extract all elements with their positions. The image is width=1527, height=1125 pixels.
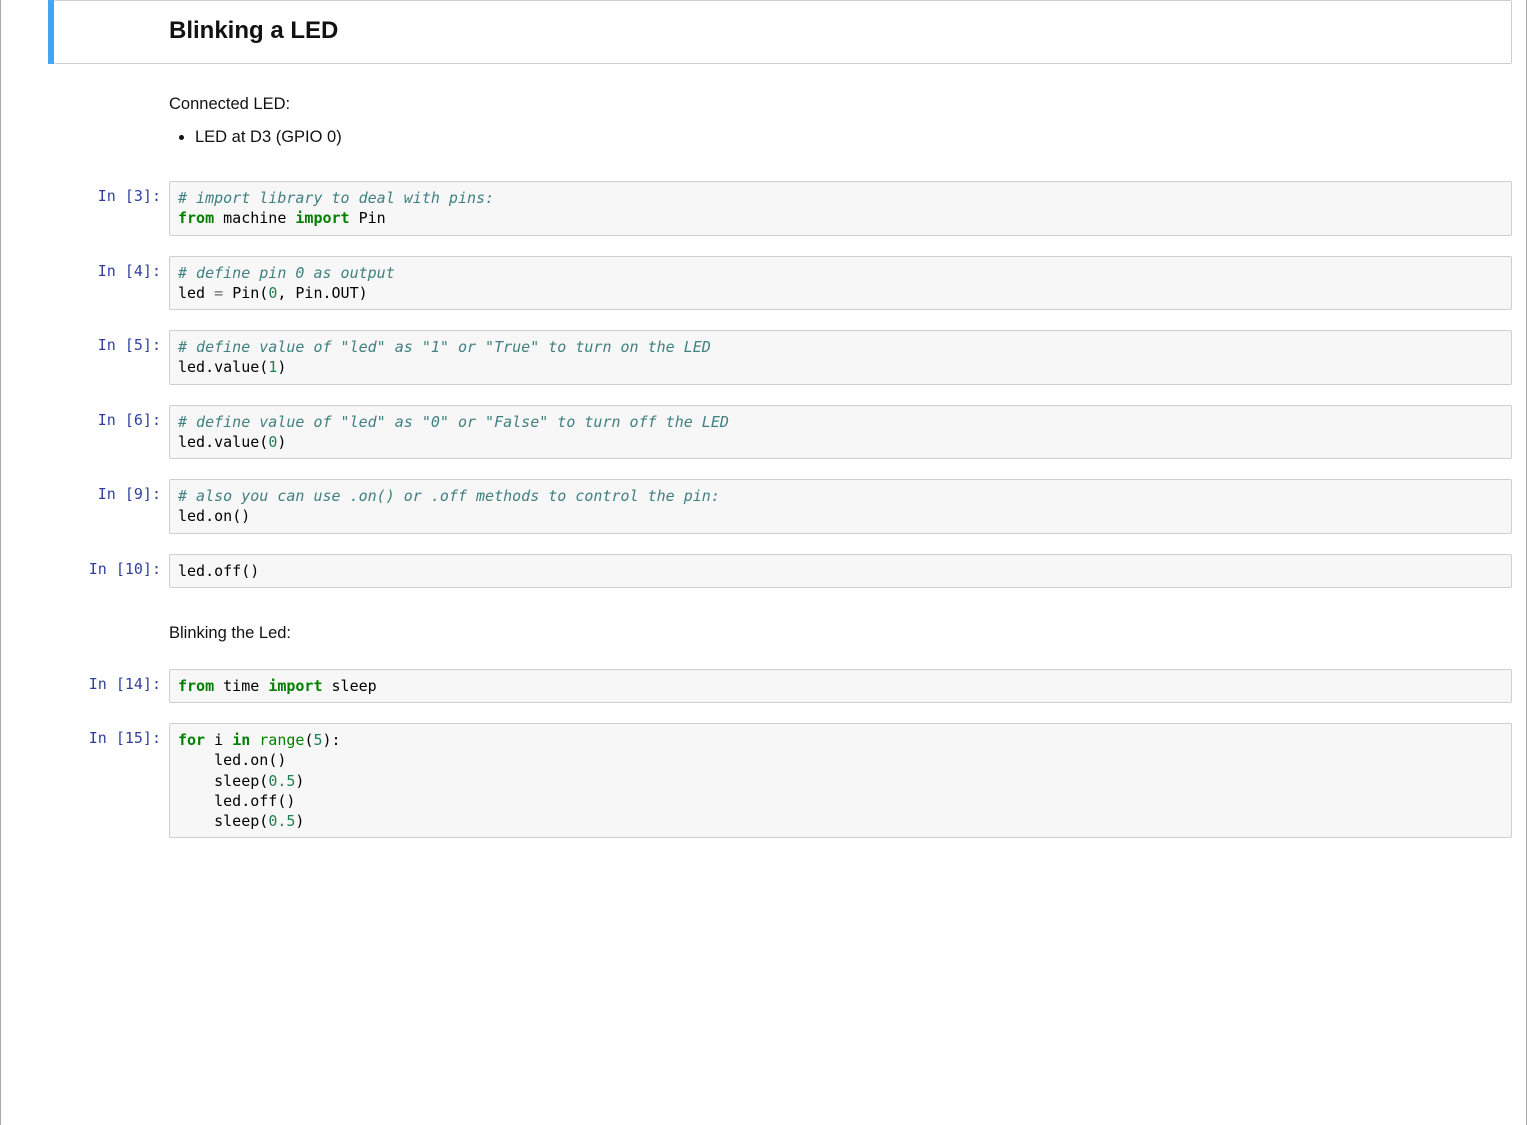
input-prompt: In [14]: (1, 669, 169, 697)
code-input[interactable]: # define pin 0 as output led = Pin(0, Pi… (169, 256, 1512, 311)
input-prompt: In [15]: (1, 723, 169, 751)
prompt-empty (1, 89, 169, 99)
markdown-cell[interactable]: Blinking the Led: (1, 613, 1526, 654)
notebook-container: Blinking a LED Connected LED: LED at D3 … (0, 0, 1527, 1125)
input-prompt: In [10]: (1, 554, 169, 582)
markdown-cell-heading[interactable]: Blinking a LED (1, 0, 1526, 64)
code-cell[interactable]: In [3]: # import library to deal with pi… (1, 176, 1526, 241)
input-prompt: In [5]: (1, 330, 169, 358)
markdown-cell[interactable]: Connected LED: LED at D3 (GPIO 0) (1, 84, 1526, 166)
code-input[interactable]: # define value of "led" as "0" or "False… (169, 405, 1512, 460)
code-input[interactable]: for i in range(5): led.on() sleep(0.5) l… (169, 723, 1512, 838)
input-prompt: In [9]: (1, 479, 169, 507)
code-cell[interactable]: In [9]: # also you can use .on() or .off… (1, 474, 1526, 539)
input-prompt: In [4]: (1, 256, 169, 284)
code-cell[interactable]: In [6]: # define value of "led" as "0" o… (1, 400, 1526, 465)
code-cell[interactable]: In [5]: # define value of "led" as "1" o… (1, 325, 1526, 390)
heading-text: Blinking a LED (54, 0, 1512, 64)
input-prompt: In [6]: (1, 405, 169, 433)
code-input[interactable]: # define value of "led" as "1" or "True"… (169, 330, 1512, 385)
markdown-text: Blinking the Led: (169, 618, 1512, 649)
input-prompt: In [3]: (1, 181, 169, 209)
code-cell[interactable]: In [4]: # define pin 0 as output led = P… (1, 251, 1526, 316)
md-bullet: LED at D3 (GPIO 0) (195, 128, 1512, 147)
code-input[interactable]: led.off() (169, 554, 1512, 588)
code-cell[interactable]: In [14]: from time import sleep (1, 664, 1526, 708)
markdown-text: Connected LED: LED at D3 (GPIO 0) (169, 89, 1512, 161)
code-cell[interactable]: In [10]: led.off() (1, 549, 1526, 593)
code-cell[interactable]: In [15]: for i in range(5): led.on() sle… (1, 718, 1526, 843)
md-intro: Connected LED: (169, 95, 290, 113)
code-input[interactable]: from time import sleep (169, 669, 1512, 703)
prompt-empty (1, 618, 169, 628)
code-input[interactable]: # import library to deal with pins: from… (169, 181, 1512, 236)
code-input[interactable]: # also you can use .on() or .off methods… (169, 479, 1512, 534)
